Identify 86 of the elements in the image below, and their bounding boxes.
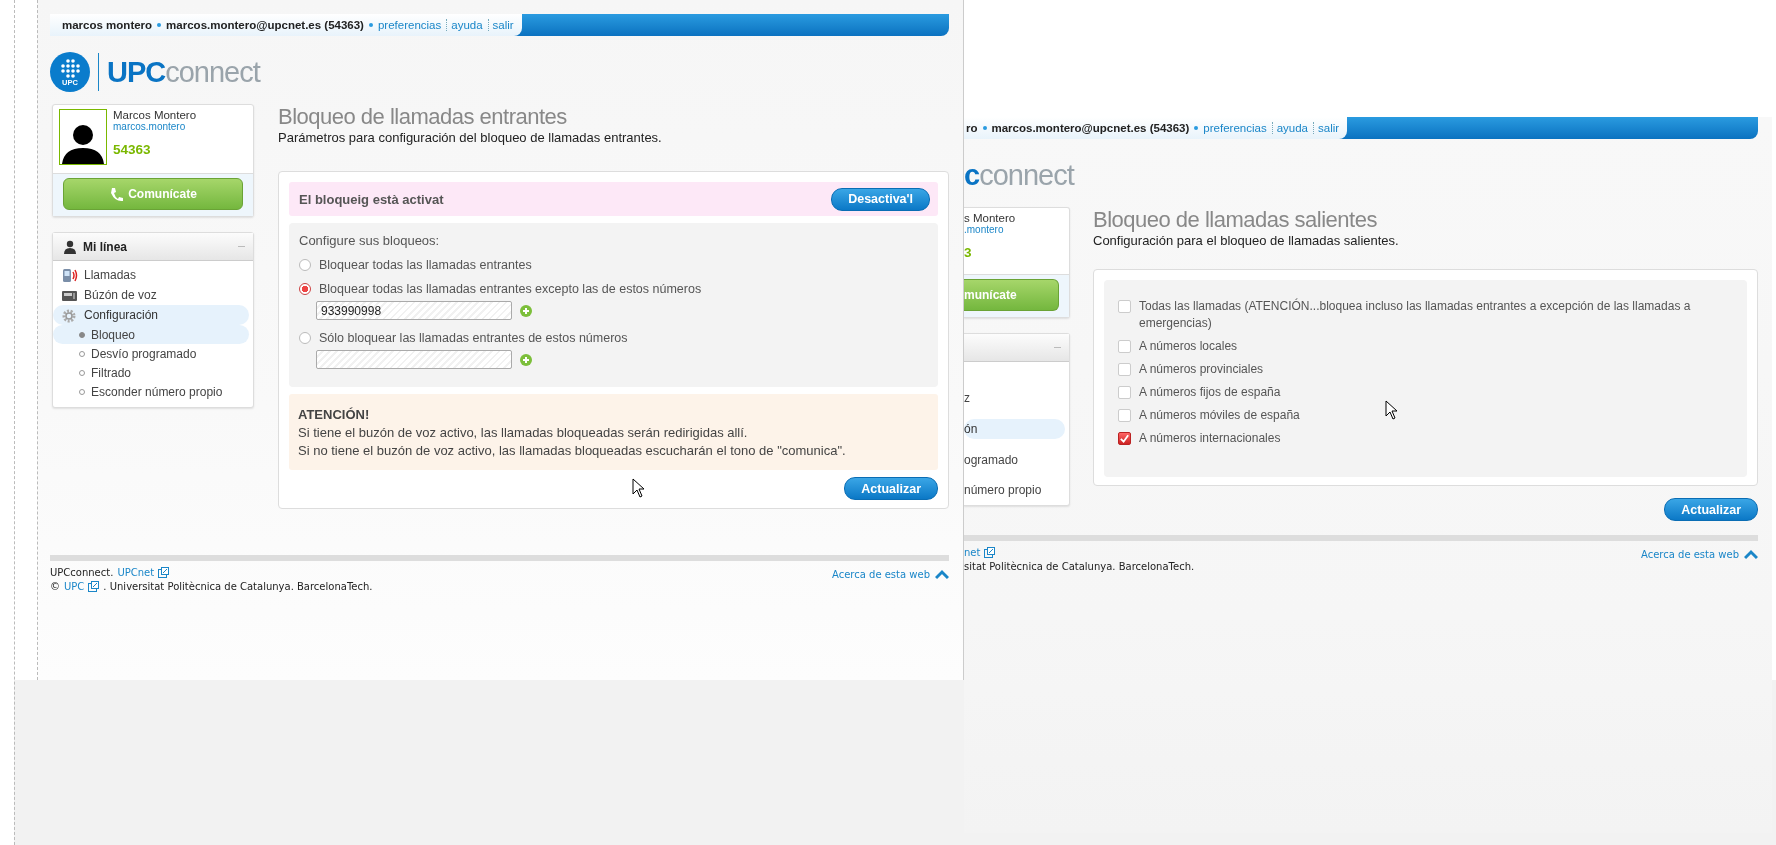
options-heading: Configure sus bloqueos: [299, 233, 441, 248]
nav-subitem[interactable]: ogramado [964, 450, 1069, 469]
nav-subitem[interactable]: Desvío programado [53, 344, 253, 363]
page-subtitle: Parámetros para configuración del bloqueo de llamadas entrantes. [278, 130, 663, 145]
call-button[interactable]: munícate [964, 279, 1059, 311]
checkbox-label: A números fijos de españa [1139, 384, 1281, 401]
deactivate-button[interactable]: Desactiva'l [831, 187, 930, 211]
radio-button[interactable] [299, 332, 311, 344]
footer-link[interactable]: UPCnet [117, 567, 155, 578]
footer-text: sitat Politècnica de Catalunya. BarcelonaTech. [964, 561, 1195, 572]
page-title: Bloqueo de llamadas entrantes [278, 104, 568, 130]
external-link-icon [158, 567, 170, 578]
radio-button[interactable] [299, 283, 311, 295]
nav-subitem[interactable]: Bloqueo [53, 325, 249, 344]
caret-up-icon [1744, 548, 1758, 560]
header-link[interactable]: ayuda [1271, 122, 1308, 134]
header-link[interactable]: salir [1313, 122, 1340, 134]
option-label: Bloquear todas las llamadas entrantes [319, 258, 532, 272]
add-icon[interactable] [520, 304, 532, 317]
settings-icon [61, 307, 78, 323]
footer-link[interactable]: net [964, 547, 981, 558]
nav-item[interactable]: Búzón de voz [53, 285, 253, 305]
warning-text: Si no tiene el buzón de voz activo, las llamadas bloqueadas escucharán el tono de "comunica". [298, 442, 847, 460]
username-link[interactable]: .montero [964, 224, 1016, 235]
warning-title: ATENCIÓN! [298, 406, 371, 424]
header-link[interactable]: preferencias [1203, 122, 1267, 134]
bullet-icon [157, 23, 162, 27]
brand-name: cconnect [964, 158, 1074, 192]
nav-item[interactable]: ón [964, 419, 1065, 439]
about-link[interactable]: Acerca de esta web [832, 568, 930, 580]
extension-number: 3 [964, 245, 973, 260]
bullet-icon [368, 23, 373, 27]
nav-item[interactable]: z [964, 388, 1069, 408]
option-label: Sólo bloquear las llamadas entrantes de estos números [319, 331, 628, 345]
caret-up-icon [935, 568, 949, 580]
brand-name: UPCconnect [107, 55, 260, 89]
footer-text: UPCconnect. [50, 567, 114, 578]
radio-button[interactable] [299, 259, 311, 271]
page-title: Bloqueo de llamadas salientes [1093, 207, 1378, 233]
external-link-icon [88, 581, 100, 592]
user-name: ro [966, 122, 978, 134]
user-full-name: Marcos Montero [113, 109, 197, 121]
number-field[interactable]: 933990998 [316, 301, 512, 320]
user-email: marcos.montero@upcnet.es (54363) [166, 19, 364, 31]
checkbox-label: Todas las llamadas (ATENCIÓN...bloquea incluso las llamadas entrantes a excepción de las llamadas a emergencias) [1139, 298, 1692, 332]
header-link[interactable]: ayuda [446, 19, 483, 31]
extension-number: 54363 [113, 142, 152, 157]
username-link[interactable]: marcos.montero [113, 121, 197, 132]
dots-icon [59, 57, 81, 79]
nav-item[interactable]: Llamadas [53, 265, 253, 285]
nav-subitem[interactable]: Filtrado [53, 363, 253, 382]
nav-title: Mi línea [83, 239, 128, 254]
cursor-icon [1385, 400, 1398, 420]
person-icon [63, 239, 77, 254]
nav-item[interactable]: Configuración [53, 305, 249, 325]
phone-icon [109, 186, 125, 202]
checkbox-label: A números provinciales [1139, 361, 1264, 378]
footer-text: . Universitat Politècnica de Catalunya. BarcelonaTech. [103, 581, 373, 592]
header-link[interactable]: salir [487, 19, 514, 31]
update-button[interactable]: Actualizar [1664, 498, 1758, 521]
nav-subitem[interactable]: número propio [964, 480, 1069, 499]
page-subtitle: Configuración para el bloqueo de llamadas salientes. [1093, 233, 1400, 248]
footer-link[interactable]: UPC [64, 581, 85, 592]
status-text: El bloqueig està activat [299, 191, 444, 207]
bullet-icon [1194, 126, 1199, 130]
user-email: marcos.montero@upcnet.es (54363) [991, 122, 1190, 134]
update-button[interactable]: Actualizar [844, 477, 938, 500]
user-full-name: s Montero [964, 212, 1016, 224]
checkbox-label: A números internacionales [1139, 430, 1281, 447]
about-link[interactable]: Acerca de esta web [1641, 548, 1739, 560]
header-link[interactable]: preferencias [377, 19, 442, 31]
checkbox[interactable] [1118, 432, 1131, 445]
add-icon[interactable] [520, 353, 532, 366]
external-link-icon [984, 547, 996, 558]
option-label: Bloquear todas las llamadas entrantes excepto las de estos números [319, 282, 702, 296]
nav-subitem[interactable]: Esconder número propio [53, 382, 253, 401]
warning-text: Si tiene el buzón de voz activo, las llamadas bloqueadas serán redirigidas allí. [298, 424, 749, 442]
footer-text: © [50, 581, 60, 592]
bullet-icon [982, 126, 987, 130]
check-icon [1119, 433, 1130, 444]
cursor-icon [632, 478, 645, 498]
phone-icon [61, 267, 78, 283]
number-field[interactable] [316, 350, 512, 369]
user-name: marcos montero [62, 19, 153, 31]
checkbox-label: A números locales [1139, 338, 1238, 355]
checkbox-label: A números móviles de españa [1139, 407, 1300, 424]
